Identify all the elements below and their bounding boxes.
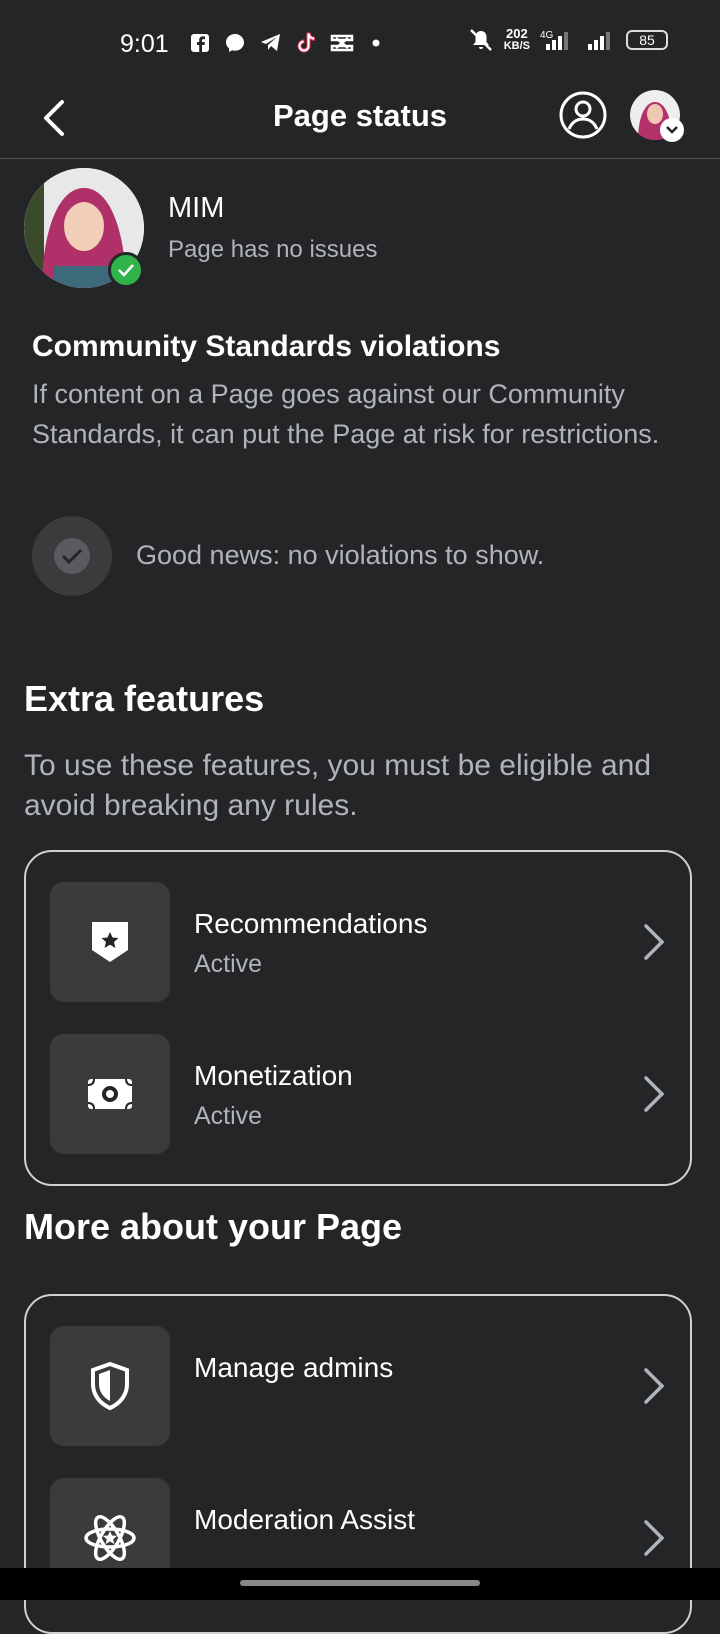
system-nav-bar (0, 1568, 720, 1600)
chevron-right-icon (644, 1520, 665, 1556)
monetization-row[interactable]: Monetization Active (50, 1034, 670, 1154)
signal-4g-icon: 4G (540, 30, 568, 50)
star-badge-icon (50, 882, 170, 1002)
status-right: 202 KB/S 4G 85 (468, 26, 668, 52)
extra-features-description: To use these features, you must be eligi… (24, 749, 652, 822)
money-icon (50, 1034, 170, 1154)
shield-icon (50, 1326, 170, 1446)
chevron-right-icon (644, 1368, 665, 1404)
no-violations-text: Good news: no violations to show. (136, 540, 545, 570)
no-violations-check-icon (32, 516, 112, 596)
app-header: Page status (0, 90, 720, 159)
status-bar: 9:01 202 KB/S 4G 85 (0, 0, 720, 90)
more-notifications-icon (372, 39, 380, 47)
status-time: 9:01 (120, 30, 169, 58)
community-standards-description: If content on a Page goes against our Co… (32, 379, 660, 449)
profile-icon[interactable] (558, 90, 608, 140)
manage-admins-row[interactable]: Manage admins (50, 1326, 670, 1446)
messenger-icon (226, 34, 244, 52)
battery-indicator: 85 (626, 30, 668, 50)
row-label: Manage admins (194, 1352, 394, 1383)
page-name: MIM (168, 192, 225, 224)
verified-check-icon (108, 252, 144, 288)
page-title: Page status (272, 98, 447, 133)
tiktok-icon (297, 32, 315, 53)
home-gesture-handle[interactable] (240, 1580, 480, 1586)
row-label: Monetization (194, 1060, 353, 1091)
network-speed: 202 KB/S (503, 26, 530, 52)
capcut-icon (330, 34, 354, 52)
row-status: Active (194, 1102, 263, 1130)
chevron-right-icon (644, 1076, 665, 1112)
page-status-text: Page has no issues (168, 236, 378, 263)
row-label: Recommendations (194, 908, 428, 939)
row-status: Active (194, 950, 263, 978)
signal-icon (588, 32, 610, 50)
mute-bell-icon (469, 29, 492, 51)
more-about-title: More about your Page (24, 1206, 403, 1247)
extra-features-title: Extra features (24, 678, 265, 719)
row-label: Moderation Assist (194, 1504, 415, 1535)
extra-features-card: Recommendations Active Monetization Acti… (24, 850, 692, 1186)
recommendations-row[interactable]: Recommendations Active (50, 882, 670, 1002)
account-switcher-chevron-icon[interactable] (660, 118, 684, 142)
svg-text:4G: 4G (540, 30, 554, 41)
chevron-right-icon (644, 924, 665, 960)
telegram-icon (261, 34, 280, 51)
facebook-icon (191, 34, 209, 52)
notification-icons (190, 32, 384, 54)
community-standards-title: Community Standards violations (32, 330, 501, 363)
